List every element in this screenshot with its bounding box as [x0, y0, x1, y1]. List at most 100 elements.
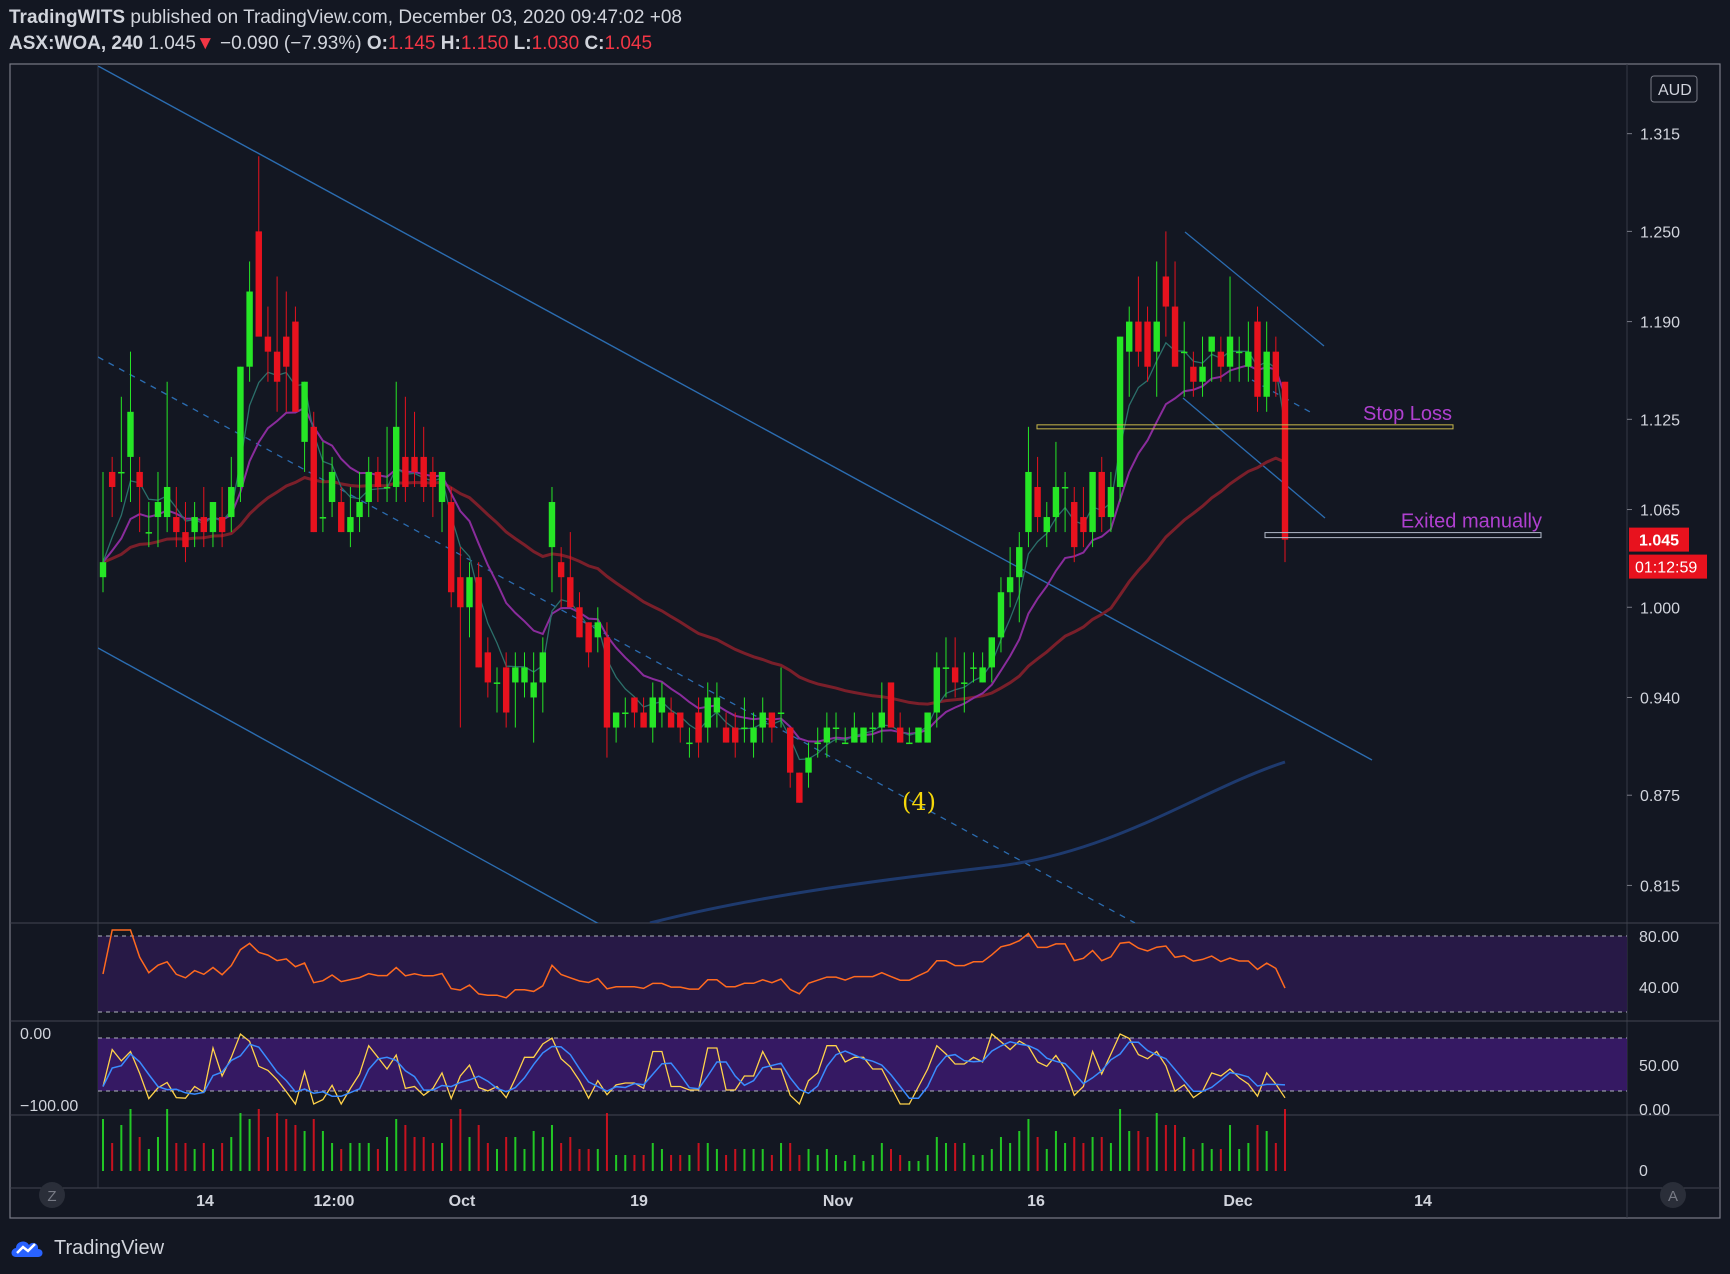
volume-bar — [1054, 1131, 1057, 1171]
ma-fast-line — [102, 341, 1286, 761]
candle-body — [869, 727, 876, 730]
volume-bar — [477, 1125, 480, 1171]
price-change: −0.090 (−7.93%) — [220, 33, 362, 54]
candle-body — [823, 727, 831, 743]
candle-body — [695, 712, 702, 743]
rsi-tick-label: 40.00 — [1639, 980, 1679, 997]
volume-bar — [514, 1137, 517, 1171]
volume-bar — [211, 1149, 214, 1171]
volume-bar — [770, 1155, 773, 1171]
candle-body — [292, 321, 299, 412]
time-tick-label: Oct — [449, 1193, 476, 1210]
time-tick-label: 16 — [1027, 1193, 1045, 1210]
candle-body — [631, 697, 638, 713]
candle-body — [228, 486, 235, 518]
volume-bar — [725, 1155, 728, 1171]
volume-bar — [1146, 1137, 1149, 1171]
volume-bar — [1018, 1131, 1021, 1171]
volume-bar — [1091, 1137, 1094, 1171]
candle-body — [1071, 502, 1078, 548]
candle-body — [512, 667, 519, 683]
volume-bar — [102, 1119, 104, 1171]
symbol-name: ASX:WOA, 240 — [9, 33, 144, 54]
volume-bar — [486, 1143, 489, 1171]
candle-body — [997, 592, 1005, 638]
volume-bar — [670, 1155, 673, 1171]
ma-long-line — [649, 760, 1286, 923]
candle-body — [548, 502, 556, 548]
volume-bar — [1064, 1143, 1067, 1171]
volume-bar — [266, 1137, 269, 1171]
stoch-right-tick: 0.00 — [1639, 1102, 1670, 1119]
stoch-left-tick: 0.00 — [20, 1026, 51, 1043]
volume-bar — [743, 1149, 746, 1171]
auto-scale-label: A — [1668, 1188, 1678, 1205]
volume-bar — [1229, 1125, 1232, 1171]
chart-canvas[interactable]: 1.315 1.250 1.190 1.125 1.065 1.000 0.940 0.875… — [0, 0, 1730, 1274]
stop-loss-annotation: Stop Loss — [1363, 403, 1452, 425]
candle-body — [136, 471, 143, 487]
volume-bar — [450, 1119, 453, 1171]
volume-bar — [871, 1155, 874, 1171]
candle-body — [374, 471, 382, 487]
candle-body — [1144, 321, 1151, 367]
time-tick-label: Dec — [1223, 1193, 1252, 1210]
candle-body — [347, 517, 354, 533]
volume-bar — [184, 1143, 187, 1171]
volume-bar — [175, 1143, 178, 1171]
candle-body — [218, 517, 226, 533]
candle-body — [640, 712, 647, 728]
candle-body — [438, 471, 446, 503]
close-value: 1.045 — [604, 33, 653, 54]
candle-body — [1034, 486, 1041, 518]
volume-bar — [825, 1149, 828, 1171]
candle-body — [420, 456, 427, 487]
volume-bar — [1238, 1149, 1241, 1171]
volume-bar — [1274, 1143, 1277, 1171]
candle-body — [1171, 306, 1179, 367]
stoch-right-tick: 50.00 — [1639, 1058, 1679, 1075]
candle-body — [1245, 351, 1252, 367]
candle-body — [1107, 486, 1115, 518]
candle-body — [264, 336, 272, 352]
candle-body — [484, 652, 492, 683]
exit-annotation: Exited manually — [1401, 511, 1542, 533]
candle-body — [99, 562, 107, 578]
volume-bar — [1192, 1149, 1195, 1171]
candle-body — [383, 486, 391, 489]
candle-body — [521, 667, 528, 683]
volume-bar — [202, 1143, 205, 1171]
candle-body — [594, 622, 601, 638]
candle-body — [686, 742, 693, 745]
candle-body — [878, 712, 886, 728]
volume-bar — [935, 1137, 938, 1171]
candle-body — [750, 727, 757, 743]
candle-body — [356, 502, 363, 518]
candle-body — [915, 727, 922, 743]
close-label: C: — [584, 33, 605, 54]
tradingview-logo[interactable]: TradingView — [8, 1235, 164, 1261]
volume-bar — [1219, 1149, 1222, 1171]
volume-bar — [560, 1143, 563, 1171]
volume-bar — [780, 1143, 783, 1171]
candle-body — [502, 667, 510, 713]
volume-bar — [111, 1143, 114, 1171]
candle-body — [622, 712, 629, 715]
candle-body — [860, 727, 867, 743]
volume-bar — [697, 1143, 700, 1171]
volume-bar — [981, 1155, 984, 1171]
candle-body — [1190, 366, 1197, 382]
candle-body — [777, 712, 785, 715]
candle-body — [493, 682, 501, 684]
candle-body — [365, 471, 372, 503]
low-value: 1.030 — [531, 33, 580, 54]
volume-bar — [1082, 1143, 1085, 1171]
candle-body — [887, 682, 895, 728]
candle-body — [237, 366, 244, 487]
volume-bar — [908, 1161, 911, 1171]
candle-body — [255, 231, 262, 337]
candle-body — [906, 742, 913, 745]
volume-bar — [633, 1155, 636, 1171]
price-tick-label: 1.125 — [1640, 412, 1680, 429]
candle-body — [612, 712, 620, 728]
